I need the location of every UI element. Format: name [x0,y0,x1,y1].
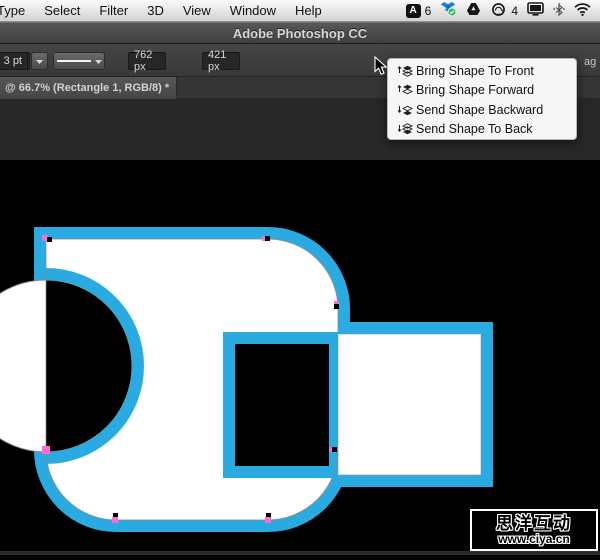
window-bottom-edge [0,551,600,555]
menu-item-bring-shape-forward[interactable]: Bring Shape Forward [388,81,576,101]
menu-item-label: Send Shape Backward [416,103,543,117]
width-field[interactable]: 762 px [128,52,166,70]
watermark-text: 思洋互动 [496,515,572,533]
right-rectangle-fill[interactable] [338,334,481,475]
document-tab-label: @ 66.7% (Rectangle 1, RGB/8) * [5,82,169,94]
menu-type[interactable]: Type [0,3,25,18]
window-title-bar[interactable]: Adobe Photoshop CC [0,22,600,44]
canvas[interactable] [0,160,600,555]
watermark: 思洋互动 www.ciya.cn [470,509,598,551]
menu-window[interactable]: Window [230,3,276,18]
menu-filter[interactable]: Filter [99,3,128,18]
menu-select[interactable]: Select [44,3,80,18]
height-field[interactable]: 421 px [202,52,240,70]
menu-3d[interactable]: 3D [147,3,164,18]
watermark-url: www.ciya.cn [498,533,570,546]
menu-item-send-shape-to-back[interactable]: Send Shape To Back [388,120,576,140]
google-drive-icon[interactable] [466,2,481,19]
wifi-icon[interactable] [574,3,591,19]
width-value: 762 px [134,49,160,73]
menu-item-label: Bring Shape To Front [416,64,534,78]
clipped-options-text: ag [584,56,596,68]
right-rectangle-top-stroke [338,322,493,334]
menu-item-send-shape-backward[interactable]: Send Shape Backward [388,100,576,120]
menu-help[interactable]: Help [295,3,322,18]
bring-forward-icon [397,83,413,97]
mouse-cursor [374,56,388,81]
creative-cloud-icon[interactable] [490,2,507,20]
menu-item-label: Send Shape To Back [416,122,533,136]
send-to-back-icon [397,122,413,136]
menu-bar: Type Select Filter 3D View Window Help A… [0,0,600,22]
shape-canvas-svg [0,160,600,555]
menu-view[interactable]: View [183,3,211,18]
right-rectangle-right-stroke [481,322,493,487]
dropbox-icon[interactable] [440,1,457,20]
stroke-width-value: 3 pt [4,55,22,67]
window-title: Adobe Photoshop CC [233,26,367,41]
menu-item-bring-shape-to-front[interactable]: Bring Shape To Front [388,61,576,81]
bluetooth-icon[interactable] [553,2,565,19]
arrange-dropdown-menu: Bring Shape To Front Bring Shape Forward… [387,58,577,140]
adobe-badge-count: 6 [425,4,432,18]
send-backward-icon [397,103,413,117]
height-value: 421 px [208,49,234,73]
creative-cloud-count: 4 [511,4,518,18]
right-rectangle-bottom-stroke [338,475,493,487]
adobe-app-icon[interactable]: A [406,4,421,18]
stroke-width-field[interactable]: 3 pt [0,52,28,70]
displays-icon[interactable] [527,2,544,19]
stroke-type-dropdown[interactable] [53,52,105,70]
stroke-width-dropdown-button[interactable] [31,52,48,70]
menu-item-label: Bring Shape Forward [416,83,534,97]
document-tab[interactable]: @ 66.7% (Rectangle 1, RGB/8) * [0,77,177,99]
bring-to-front-icon [397,64,413,78]
